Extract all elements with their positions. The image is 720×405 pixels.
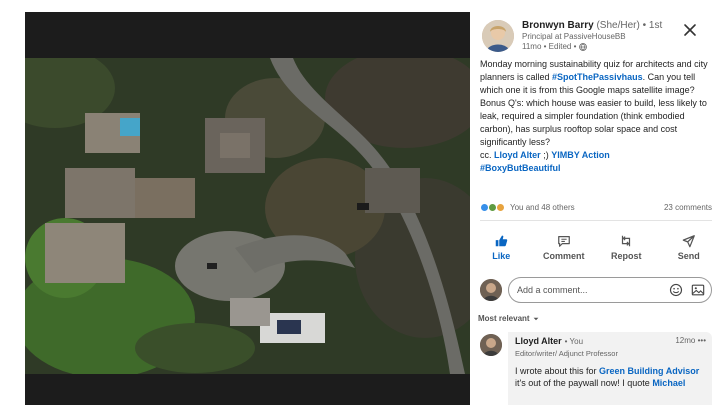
author-avatar[interactable]	[482, 20, 514, 52]
post-cc: cc. Lloyd Alter ;) YIMBY Action	[480, 149, 712, 162]
hashtag-spotthepassivhaus[interactable]: #SpotThePassivhaus	[552, 72, 643, 82]
connection-degree: • 1st	[642, 20, 663, 31]
send-icon	[682, 234, 695, 247]
close-icon	[684, 24, 696, 36]
action-bar: Like Comment Repost Send	[470, 227, 720, 267]
hashtag-boxybutbeautiful[interactable]: #BoxyButBeautiful	[480, 163, 561, 173]
close-button[interactable]	[682, 22, 698, 38]
reaction-count[interactable]: You and 48 others	[510, 203, 575, 212]
comment-placeholder: Add a comment...	[517, 285, 588, 295]
divider	[480, 220, 712, 221]
comment-icon	[557, 235, 570, 247]
author-pronouns: (She/Her)	[596, 20, 640, 31]
cc-prefix: cc.	[480, 150, 495, 160]
like-button[interactable]: Like	[471, 227, 531, 267]
mention-lloyd-alter[interactable]: Lloyd Alter	[494, 150, 541, 160]
post-panel: Bronwyn Barry (She/Her) • 1st Principal …	[470, 12, 720, 405]
post-text: Monday morning sustainability quiz for a…	[480, 58, 712, 175]
send-label: Send	[677, 250, 700, 261]
comment-bubble: Lloyd Alter • You 12mo ••• Editor/writer…	[508, 332, 712, 405]
post-bonus: Bonus Q's: which house was easier to bui…	[480, 98, 707, 147]
comment-meta: 12mo •••	[675, 336, 706, 345]
comment-input[interactable]: Add a comment...	[508, 277, 712, 303]
comment-composer: Add a comment...	[480, 277, 712, 303]
mention-michael[interactable]: Michael	[652, 378, 685, 388]
comment-button[interactable]: Comment	[534, 227, 594, 267]
commenter-name[interactable]: Lloyd Alter	[515, 336, 562, 346]
send-button[interactable]: Send	[659, 227, 719, 267]
post-hashtag: #BoxyButBeautiful	[480, 162, 712, 175]
author-name-line[interactable]: Bronwyn Barry (She/Her) • 1st	[522, 20, 662, 31]
repost-icon	[622, 235, 631, 246]
reactions-bar: You and 48 others 23 comments	[480, 203, 712, 212]
comment-text: I wrote about this for Green Building Ad…	[515, 365, 705, 389]
image-viewer	[25, 12, 470, 405]
reaction-summary[interactable]: You and 48 others	[480, 203, 575, 212]
sort-label: Most relevant	[478, 314, 530, 323]
commenter-you: • You	[564, 336, 584, 346]
link-green-building-advisor[interactable]: Green Building Advisor	[599, 366, 699, 376]
thumbs-up-icon	[496, 235, 508, 246]
repost-label: Repost	[610, 250, 642, 261]
globe-icon	[579, 42, 588, 51]
repost-button[interactable]: Repost	[596, 227, 656, 267]
author-headline: Principal at PassiveHouseBB	[522, 32, 626, 41]
comment-time: 12mo	[675, 336, 696, 345]
post-time-text: 11mo • Edited •	[522, 42, 577, 51]
emoji-icon[interactable]	[669, 283, 683, 297]
post-time: 11mo • Edited •	[522, 42, 588, 51]
like-label: Like	[492, 250, 511, 261]
mention-yimby-action[interactable]: YIMBY Action	[551, 150, 610, 160]
chevron-down-icon	[533, 317, 538, 320]
comment-more-button[interactable]: •••	[698, 336, 706, 345]
image-icon[interactable]	[691, 283, 705, 297]
my-avatar[interactable]	[480, 279, 502, 301]
comment-text-pre: I wrote about this for	[515, 366, 600, 376]
author-name[interactable]: Bronwyn Barry	[522, 20, 594, 31]
post-paragraph: Monday morning sustainability quiz for a…	[480, 58, 712, 97]
commenter-headline: Editor/writer/ Adjunct Professor	[515, 349, 618, 358]
cc-mid: ;)	[540, 150, 552, 160]
comment-label: Comment	[542, 250, 585, 261]
satellite-image[interactable]	[25, 58, 470, 374]
sort-dropdown[interactable]: Most relevant	[478, 314, 540, 323]
insightful-reaction-icon	[496, 203, 505, 212]
commenter-avatar[interactable]	[480, 334, 502, 356]
comment-count[interactable]: 23 comments	[664, 203, 712, 212]
comment-text-mid: it's out of the paywall now! I quote	[515, 378, 653, 388]
